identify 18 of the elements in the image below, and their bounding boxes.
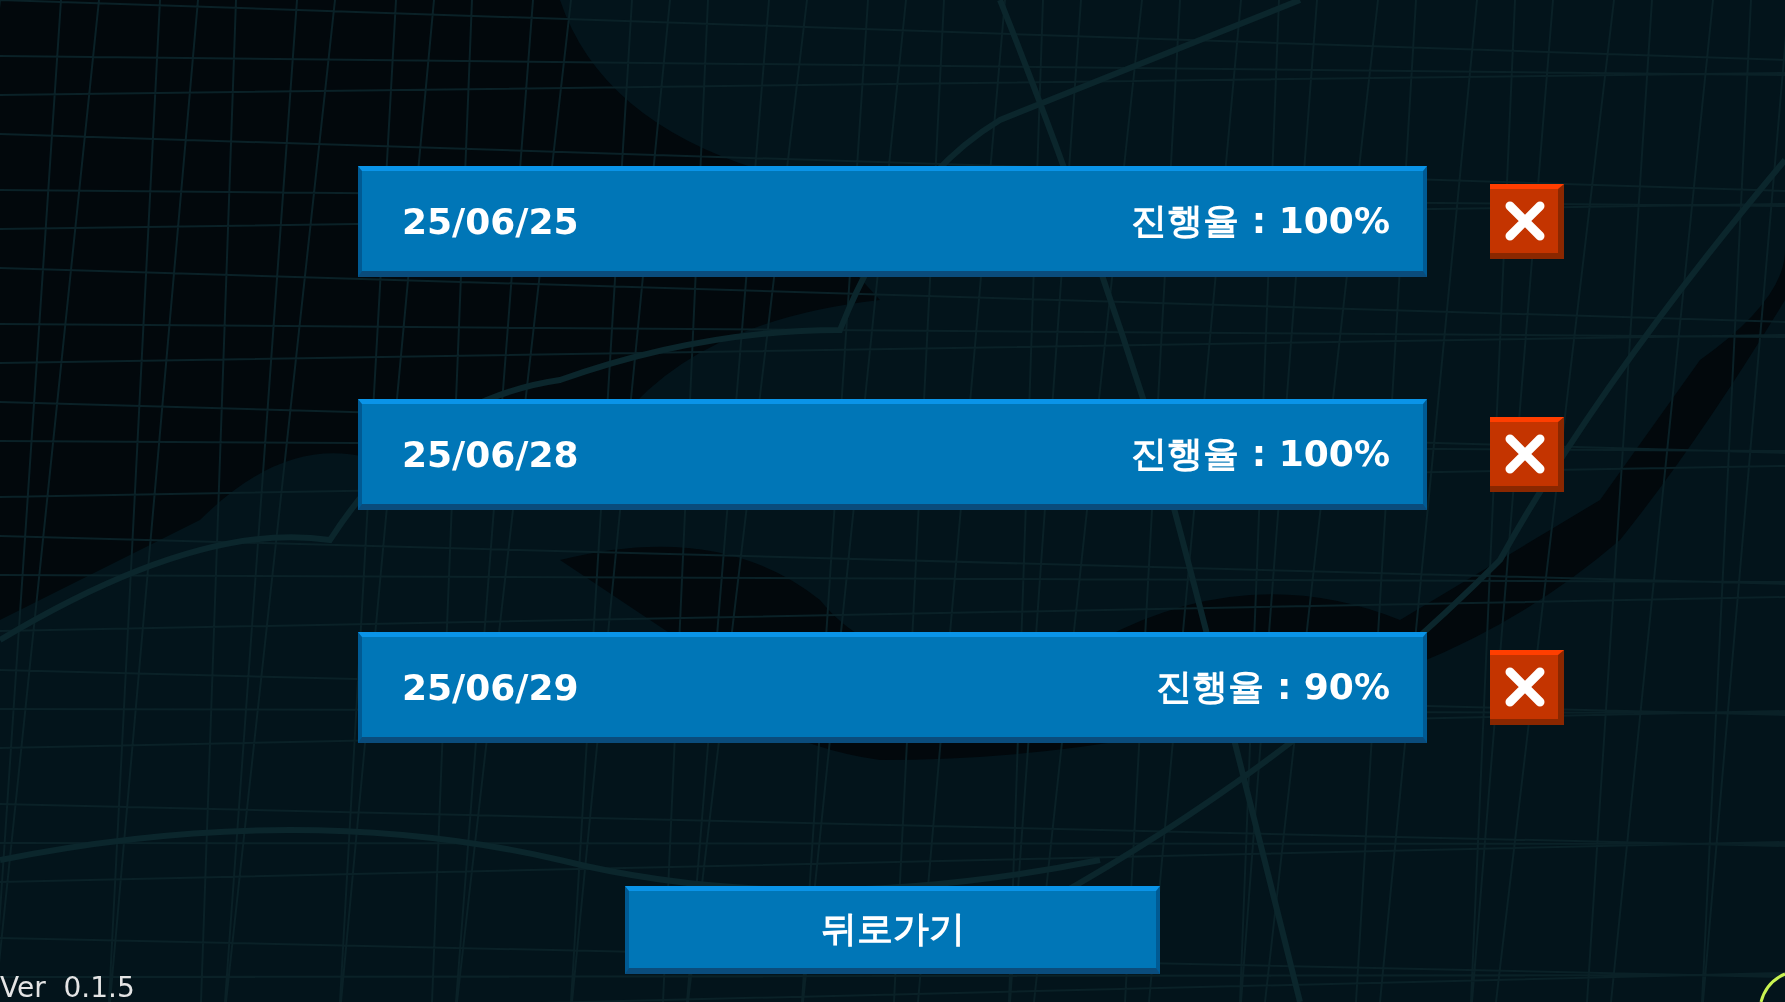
save-date: 25/06/25 xyxy=(402,200,579,242)
close-icon xyxy=(1505,667,1545,707)
close-icon xyxy=(1505,201,1545,241)
progress-text: 진행율 : 100% xyxy=(1131,198,1390,243)
save-slot-bar[interactable]: 25/06/25 진행율 : 100% xyxy=(358,166,1427,277)
save-slot-bar[interactable]: 25/06/28 진행율 : 100% xyxy=(358,399,1427,510)
delete-button[interactable] xyxy=(1490,417,1564,492)
save-date: 25/06/28 xyxy=(402,433,579,475)
save-slot-bar[interactable]: 25/06/29 진행율 : 90% xyxy=(358,632,1427,743)
delete-button[interactable] xyxy=(1490,650,1564,725)
back-button[interactable]: 뒤로가기 xyxy=(625,886,1160,974)
version-text: Ver 0.1.5 xyxy=(0,974,135,1002)
progress-text: 진행율 : 90% xyxy=(1156,664,1390,709)
save-date: 25/06/29 xyxy=(402,666,579,708)
ring-icon xyxy=(1759,972,1785,1002)
progress-text: 진행율 : 100% xyxy=(1131,431,1390,476)
delete-button[interactable] xyxy=(1490,184,1564,259)
close-icon xyxy=(1505,434,1545,474)
